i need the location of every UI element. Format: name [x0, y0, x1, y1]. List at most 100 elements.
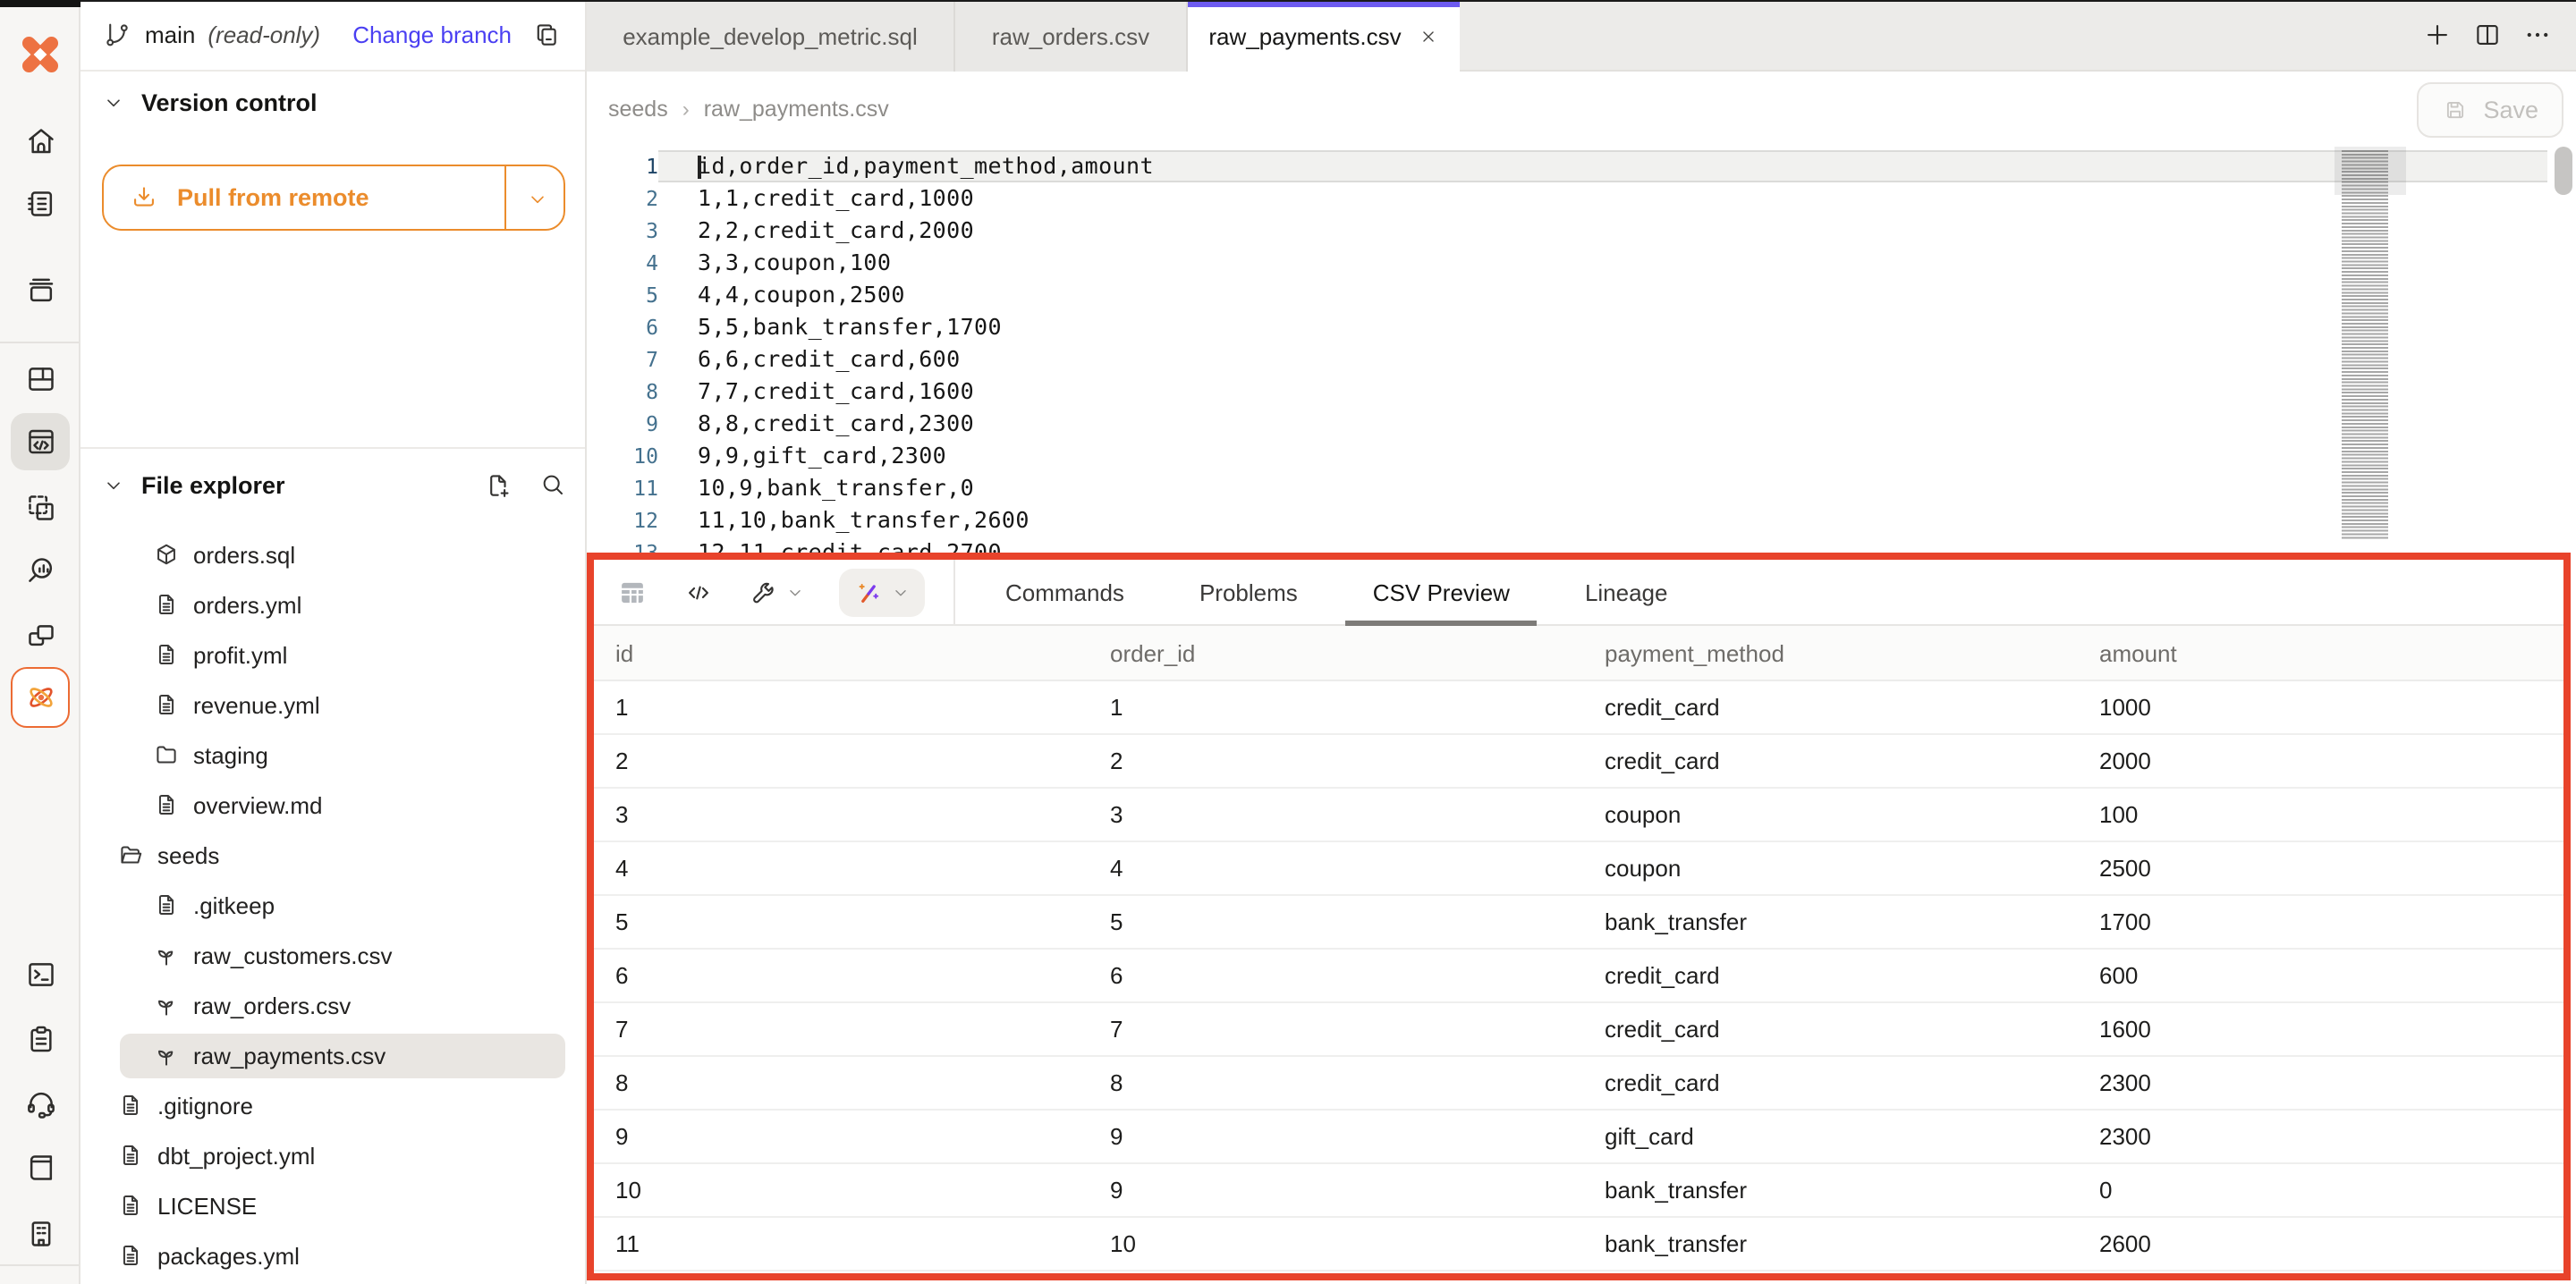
rail-notebook[interactable] [11, 175, 70, 232]
breadcrumb-item-file[interactable]: raw_payments.csv [704, 97, 889, 122]
cell-amount: 2600 [2078, 1230, 2572, 1257]
code-editor[interactable]: 1id,order_id,payment_method,amount21,1,c… [587, 147, 2576, 553]
rail-clipboard[interactable] [11, 1010, 70, 1068]
rail-query-explorer[interactable] [11, 542, 70, 599]
editor-line-1[interactable]: 1id,order_id,payment_method,amount [587, 150, 2576, 182]
change-branch-link[interactable]: Change branch [352, 21, 512, 48]
rail-docs[interactable] [11, 1139, 70, 1196]
cell-id: 2 [594, 748, 1089, 774]
file-item-profit.yml[interactable]: profit.yml [80, 629, 583, 680]
file-item-dbt_project.yml[interactable]: dbt_project.yml [80, 1130, 583, 1180]
line-text: 4,4,coupon,2500 [658, 279, 2547, 311]
chevron-down-icon [785, 582, 805, 602]
copy-button[interactable] [531, 20, 562, 50]
panel-tab-CSV Preview[interactable]: CSV Preview [1362, 559, 1521, 625]
cell-order_id: 7 [1089, 1016, 1583, 1043]
chevron-down-icon[interactable] [526, 188, 549, 211]
column-header-id: id [594, 639, 1089, 666]
line-body: id,order_id,payment_method,amount [658, 150, 2547, 182]
rail-archive[interactable] [11, 261, 70, 318]
minimap[interactable] [2342, 150, 2399, 540]
build-tools-icon[interactable] [748, 577, 805, 607]
file-label: profit.yml [193, 641, 287, 668]
version-control-header[interactable]: Version control [102, 89, 318, 116]
split-pane-icon[interactable] [2472, 20, 2503, 50]
tab-example_develop_metric.sql[interactable]: example_develop_metric.sql [587, 0, 955, 72]
save-button[interactable]: Save [2417, 81, 2563, 137]
file-label: raw_payments.csv [193, 1042, 386, 1069]
file-item-revenue.yml[interactable]: revenue.yml [80, 680, 583, 730]
file-item-LICENSE[interactable]: LICENSE [80, 1180, 583, 1230]
editor-line-11[interactable]: 1110,9,bank_transfer,0 [587, 472, 2576, 504]
results-table-icon[interactable] [615, 575, 649, 609]
rail-terminal[interactable] [11, 946, 70, 1003]
file-item-orders.yml[interactable]: orders.yml [80, 579, 583, 629]
table-row-8: 88credit_card2300 [594, 1057, 2563, 1111]
panel-tab-Problems[interactable]: Problems [1189, 559, 1309, 625]
editor-line-2[interactable]: 21,1,credit_card,1000 [587, 182, 2576, 215]
folder-icon [152, 740, 181, 769]
ai-assist-icon[interactable] [839, 568, 925, 616]
table-row-11: 1110bank_transfer2600 [594, 1218, 2563, 1271]
tab-close-button[interactable] [1419, 27, 1439, 46]
pull-button-label: Pull from remote [177, 184, 369, 211]
breadcrumb-item-seeds[interactable]: seeds [608, 97, 668, 122]
plus-icon[interactable] [2422, 20, 2453, 50]
doc-icon [152, 690, 181, 719]
panel-tab-Lineage[interactable]: Lineage [1574, 559, 1679, 625]
ellipsis-icon[interactable] [2522, 20, 2553, 50]
cell-order_id: 8 [1089, 1069, 1583, 1096]
new-file-icon[interactable] [483, 469, 513, 500]
editor-line-5[interactable]: 54,4,coupon,2500 [587, 279, 2576, 311]
file-item-raw_orders.csv[interactable]: raw_orders.csv [80, 980, 583, 1030]
column-header-payment_method: payment_method [1583, 639, 2078, 666]
code-window-icon [22, 424, 58, 460]
editor-scrollbar[interactable] [2555, 147, 2572, 195]
compiled-code-icon[interactable] [683, 577, 714, 607]
editor-line-7[interactable]: 76,6,credit_card,600 [587, 343, 2576, 376]
tab-raw_payments.csv[interactable]: raw_payments.csv [1188, 0, 1460, 73]
file-label: LICENSE [157, 1192, 257, 1219]
terminal-icon [22, 957, 58, 993]
editor-line-6[interactable]: 65,5,bank_transfer,1700 [587, 311, 2576, 343]
file-item-orders.sql[interactable]: orders.sql [80, 529, 583, 579]
rail-duplicate[interactable] [11, 479, 70, 536]
file-item-overview.md[interactable]: overview.md [80, 780, 583, 830]
search-icon[interactable] [538, 470, 567, 499]
rail-code-editor[interactable] [11, 413, 70, 470]
editor-line-13[interactable]: 1312,11,credit_card,2700 [587, 536, 2576, 553]
line-text: 10,9,bank_transfer,0 [658, 472, 2547, 504]
file-item-packages.yml[interactable]: packages.yml [80, 1230, 583, 1280]
rail-home[interactable] [11, 113, 70, 170]
rail-windows[interactable] [11, 608, 70, 665]
pull-from-remote-button[interactable]: Pull from remote [102, 165, 565, 231]
file-item-.gitignore[interactable]: .gitignore [80, 1080, 583, 1130]
rail-support[interactable] [11, 1075, 70, 1132]
line-text: 6,6,credit_card,600 [658, 343, 2547, 376]
rail-atom[interactable] [11, 667, 70, 728]
bottom-panel-tabs: Commands Problems CSV Preview Lineage [995, 559, 1679, 625]
file-item-raw_payments.csv[interactable]: raw_payments.csv [80, 1030, 583, 1080]
file-item-seeds[interactable]: seeds [80, 830, 583, 880]
editor-line-9[interactable]: 98,8,credit_card,2300 [587, 408, 2576, 440]
dbt-logo[interactable] [11, 27, 70, 80]
editor-line-8[interactable]: 87,7,credit_card,1600 [587, 376, 2576, 408]
headset-icon [22, 1085, 58, 1121]
cell-payment_method: credit_card [1583, 962, 2078, 989]
file-item-staging[interactable]: staging [80, 730, 583, 780]
tab-raw_orders.csv[interactable]: raw_orders.csv [955, 0, 1188, 72]
editor-line-12[interactable]: 1211,10,bank_transfer,2600 [587, 504, 2576, 536]
rail-dashboard[interactable] [11, 351, 70, 408]
editor-line-10[interactable]: 109,9,gift_card,2300 [587, 440, 2576, 472]
rail-organization[interactable] [11, 1205, 70, 1263]
cell-id: 4 [594, 855, 1089, 882]
line-text: 8,8,credit_card,2300 [658, 408, 2547, 440]
doc-icon [152, 790, 181, 819]
file-item-.gitkeep[interactable]: .gitkeep [80, 880, 583, 930]
file-item-raw_customers.csv[interactable]: raw_customers.csv [80, 930, 583, 980]
panel-tab-Commands[interactable]: Commands [995, 559, 1135, 625]
file-explorer-header[interactable]: File explorer [102, 460, 567, 510]
editor-line-4[interactable]: 43,3,coupon,100 [587, 247, 2576, 279]
editor-line-3[interactable]: 32,2,credit_card,2000 [587, 215, 2576, 247]
section-divider [80, 447, 585, 449]
